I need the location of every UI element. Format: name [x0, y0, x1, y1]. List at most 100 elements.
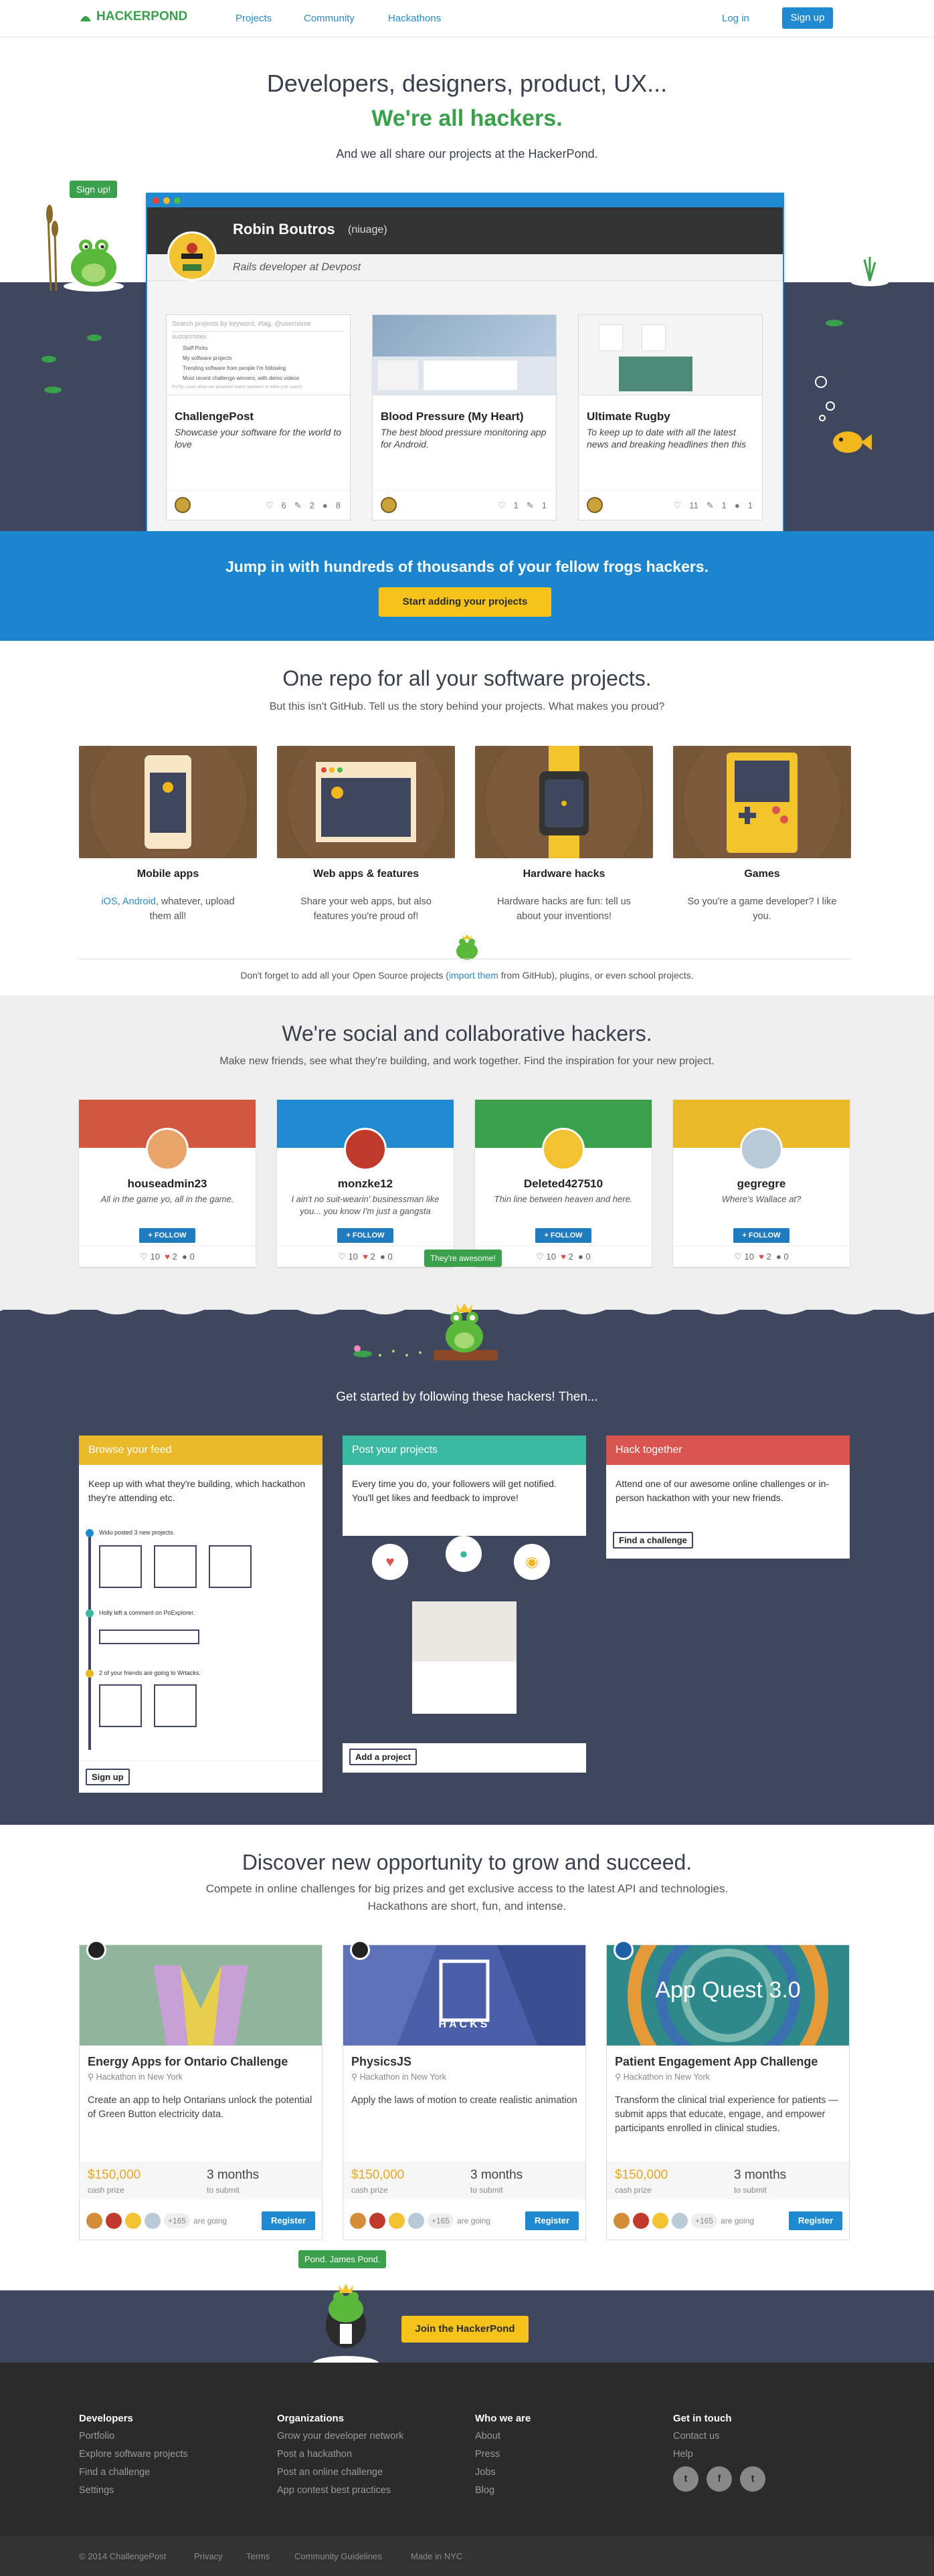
user-stats: ♡ 10 ♥ 2 ● 0	[673, 1246, 850, 1267]
footer-link[interactable]: App contest best practices	[277, 2482, 403, 2500]
nav-hackathons[interactable]: Hackathons	[388, 13, 441, 24]
heart-icon: ♥	[561, 1252, 566, 1262]
suggestion-item: Trending software from people I'm follow…	[183, 365, 286, 371]
lily-pad-icon	[41, 356, 56, 363]
profile-bio: Rails developer at Devpost	[233, 262, 361, 273]
footer-link[interactable]: Jobs	[475, 2464, 531, 2482]
footer-link[interactable]: Help	[673, 2446, 765, 2464]
terms-link[interactable]: Terms	[246, 2551, 270, 2561]
footer-link[interactable]: Post a hackathon	[277, 2446, 403, 2464]
like-count: 6	[281, 500, 286, 510]
ios-link[interactable]: iOS	[101, 896, 117, 907]
guidelines-link[interactable]: Community Guidelines	[294, 2551, 382, 2561]
tile-web-apps	[277, 746, 455, 858]
footer-col-organizations: Organizations Grow your developer networ…	[277, 2409, 403, 2500]
heart-icon: ♥	[372, 1544, 408, 1580]
follow-button[interactable]: + FOLLOW	[733, 1228, 789, 1243]
signup-bubble[interactable]: Sign up!	[70, 181, 118, 198]
register-button[interactable]: Register	[262, 2211, 315, 2230]
footer-link[interactable]: Press	[475, 2446, 531, 2464]
pin-icon: ⚲	[615, 2072, 622, 2082]
challenge-badge-icon	[86, 1940, 106, 1960]
tumblr-icon[interactable]: t	[740, 2466, 765, 2492]
project-card[interactable]: Blood Pressure (My Heart) The best blood…	[372, 314, 557, 520]
project-card[interactable]: Ultimate Rugby To keep up to date with a…	[578, 314, 763, 520]
project-desc: To keep up to date with all the latest n…	[587, 427, 747, 450]
plant-icon	[851, 257, 889, 286]
nav-community[interactable]: Community	[304, 13, 355, 24]
avatar	[145, 2213, 161, 2229]
avatar	[408, 2213, 424, 2229]
signup-button[interactable]: Sign up	[86, 1769, 130, 1785]
copyright: © 2014 ChallengePost	[79, 2551, 167, 2561]
register-button[interactable]: Register	[789, 2211, 842, 2230]
nav-projects[interactable]: Projects	[236, 13, 272, 24]
comment-icon: ●	[182, 1252, 187, 1262]
footer-link[interactable]: Portfolio	[79, 2428, 188, 2446]
footer-link[interactable]: Post an online challenge	[277, 2464, 403, 2482]
suggestion-item: My software projects	[183, 355, 232, 361]
feed-item-text: 2 of your friends are going to Wrtacks.	[99, 1670, 201, 1676]
footer-link[interactable]: Grow your developer network	[277, 2428, 403, 2446]
import-link[interactable]: import them	[449, 970, 498, 981]
user-card[interactable]: gegregre Where's Wallace at? + FOLLOW ♡ …	[673, 1100, 850, 1267]
feed-item-text: Holly left a comment on PoExplorer.	[99, 1609, 195, 1616]
avatar	[542, 1128, 585, 1171]
project-stats: ♡ 11 ✎ 1 ● 1	[579, 490, 762, 520]
open-source-note: Don't forget to add all your Open Source…	[240, 970, 694, 981]
follow-button[interactable]: + FOLLOW	[535, 1228, 591, 1243]
logo[interactable]: HACKERPOND	[79, 9, 187, 24]
avatar	[125, 2213, 141, 2229]
challenge-location: ⚲ Hackathon in New York	[615, 2072, 710, 2082]
challenge-prize: $150,000 cash prize 3 months to submit	[607, 2162, 849, 2199]
like-icon: ♡	[265, 500, 274, 510]
challenge-card[interactable]: App Quest 3.0 Patient Engagement App Cha…	[606, 1940, 850, 2240]
privacy-link[interactable]: Privacy	[194, 2551, 223, 2561]
challenge-card[interactable]: Energy Apps for Ontario Challenge ⚲ Hack…	[79, 1940, 322, 2240]
footer-link[interactable]: About	[475, 2428, 531, 2446]
challenge-image: HACKS	[343, 1945, 585, 2046]
add-project-button[interactable]: Add a project	[349, 1749, 417, 1765]
hero-tagline: And we all share our projects at the Hac…	[336, 147, 598, 161]
challenge-prize: $150,000 cash prize 3 months to submit	[343, 2162, 585, 2199]
footer-col-who-we-are: Who we are About Press Jobs Blog	[475, 2409, 531, 2500]
like-icon: ♡	[497, 500, 506, 510]
footer-link[interactable]: Contact us	[673, 2428, 765, 2446]
tile-label: Web apps & features	[313, 868, 419, 880]
footer-link[interactable]: Blog	[475, 2482, 531, 2500]
discover-subtitle-2: Hackathons are short, fun, and intense.	[367, 1900, 567, 1912]
footer-link[interactable]: Settings	[79, 2482, 188, 2500]
top-nav: HACKERPOND Projects Community Hackathons…	[0, 0, 934, 37]
challenge-card[interactable]: HACKS PhysicsJS ⚲ Hackathon in New York …	[343, 1940, 586, 2240]
heart-icon: ♥	[363, 1252, 368, 1262]
hack-card-header: Hack together	[606, 1435, 850, 1465]
challenge-location: ⚲ Hackathon in New York	[351, 2072, 446, 2082]
follow-button[interactable]: + FOLLOW	[139, 1228, 195, 1243]
follow-button[interactable]: + FOLLOW	[337, 1228, 393, 1243]
signup-button[interactable]: Sign up	[782, 7, 833, 29]
find-challenge-button[interactable]: Find a challenge	[613, 1532, 693, 1549]
twitter-icon[interactable]: t	[673, 2466, 698, 2492]
like-icon: ♡	[734, 1252, 742, 1262]
register-button[interactable]: Register	[525, 2211, 579, 2230]
avatar	[652, 2213, 668, 2229]
pond-bubble: Pond. James Pond.	[298, 2250, 387, 2268]
view-count: 1	[747, 500, 753, 510]
user-card[interactable]: houseadmin23 All in the game yo, all in …	[79, 1100, 256, 1267]
join-hackerpond-button[interactable]: Join the HackerPond	[401, 2316, 529, 2343]
footer-link[interactable]: Find a challenge	[79, 2464, 188, 2482]
login-link[interactable]: Log in	[722, 13, 749, 24]
footer-link[interactable]: Explore software projects	[79, 2446, 188, 2464]
facebook-icon[interactable]: f	[707, 2466, 732, 2492]
minimize-dot-icon	[163, 197, 170, 204]
comment-count: 1	[541, 500, 547, 510]
android-link[interactable]: Android	[122, 896, 156, 907]
user-card[interactable]: monzke12 I ain't no suit-wearin' busines…	[277, 1100, 454, 1267]
project-card[interactable]: Search projects by keyword, #tag, @usern…	[166, 314, 351, 520]
start-adding-button[interactable]: Start adding your projects	[379, 587, 551, 617]
project-desc: The best blood pressure monitoring app f…	[381, 427, 547, 450]
frog-on-log-icon	[353, 1303, 498, 1361]
challenge-badge-icon	[614, 1940, 634, 1960]
user-card[interactable]: Deleted427510 Thin line between heaven a…	[475, 1100, 652, 1267]
hack-card: Hack together Attend one of our awesome …	[606, 1435, 850, 1559]
